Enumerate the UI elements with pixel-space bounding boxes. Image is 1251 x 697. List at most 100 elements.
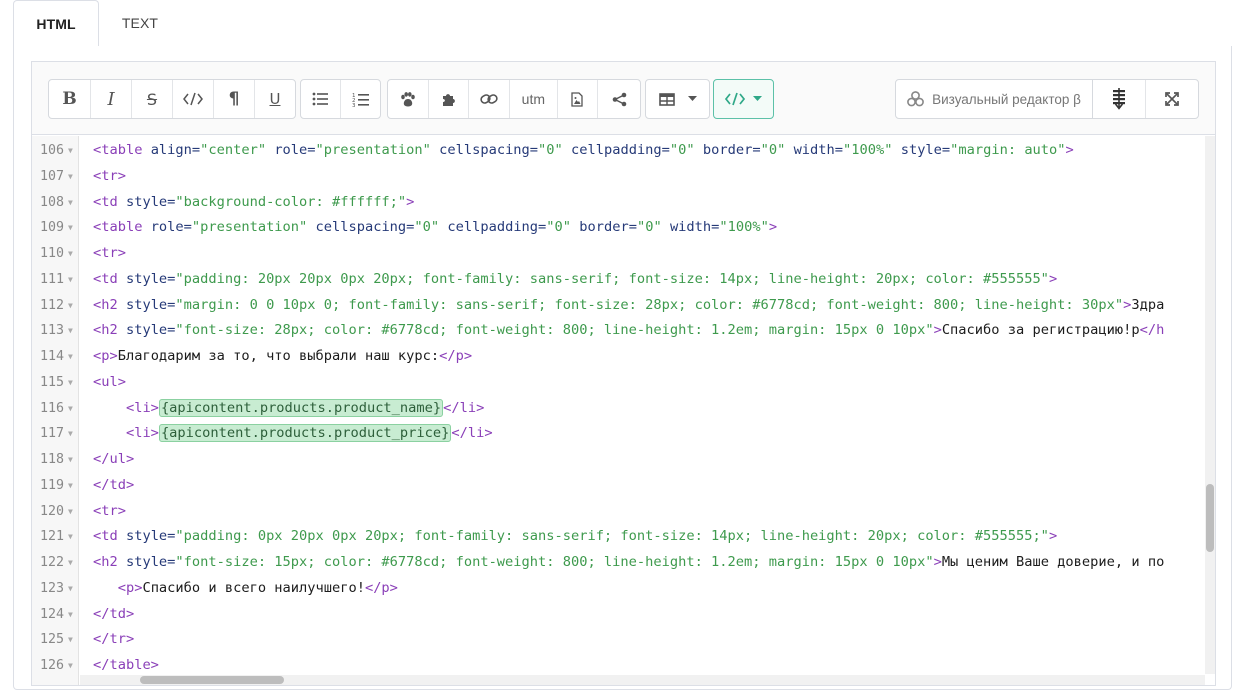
code-text: <p>Благодарим за то, что выбрали наш кур…	[93, 344, 472, 370]
line-number: 107	[39, 168, 64, 184]
fold-arrow-icon[interactable]: ▼	[68, 499, 73, 525]
fold-arrow-icon[interactable]: ▼	[68, 293, 73, 319]
code-token: style=	[117, 554, 176, 570]
code-line: 110 ▼ <tr>	[32, 241, 1205, 267]
vertical-scroll-thumb[interactable]	[1206, 484, 1214, 552]
code-line: 116 ▼ <li> {apicontent.products.product_na…	[32, 396, 1205, 422]
horizontal-scrollbar[interactable]	[80, 675, 1205, 685]
code-token: border=	[694, 142, 761, 158]
horizontal-scroll-thumb[interactable]	[140, 676, 284, 684]
underline-button[interactable]: U	[255, 80, 295, 118]
code-token: "margin: auto"	[950, 142, 1066, 158]
template-variable: {apicontent.products.product_price}	[158, 424, 452, 443]
fold-arrow-icon[interactable]: ▼	[68, 473, 73, 499]
code-view-toggle[interactable]	[713, 79, 774, 119]
code-token: "padding: 0px 20px 0px 20px; font-family…	[175, 528, 1049, 545]
numbered-list-icon: 1 2 3	[352, 93, 369, 107]
view-controls-group	[1092, 79, 1199, 119]
fold-arrow-icon[interactable]: ▼	[68, 138, 73, 164]
editor-toolbar: B I S ¶ U 1 2 3 utm Визуальный редактор …	[32, 62, 1215, 135]
puzzle-button[interactable]	[429, 80, 470, 118]
fold-arrow-icon[interactable]: ▼	[68, 421, 73, 447]
code-text: </ul>	[93, 447, 134, 473]
fold-arrow-icon[interactable]: ▼	[68, 524, 73, 550]
underline-icon: U	[269, 90, 281, 108]
utm-label: utm	[521, 91, 545, 107]
link-button[interactable]	[469, 80, 511, 118]
fold-arrow-icon[interactable]: ▼	[68, 370, 73, 396]
line-number: 108	[39, 194, 64, 210]
code-token: "0"	[414, 219, 440, 236]
code-text: <td style="padding: 20px 20px 0px 20px; …	[93, 267, 1057, 293]
fold-arrow-icon[interactable]: ▼	[68, 396, 73, 422]
visual-editor-button[interactable]: Визуальный редактор β	[895, 79, 1093, 119]
code-inline-button[interactable]	[173, 80, 214, 118]
table-button[interactable]	[646, 80, 709, 118]
code-token: <td	[93, 193, 118, 210]
utm-button[interactable]: utm	[510, 80, 558, 118]
fold-arrow-icon[interactable]: ▼	[68, 190, 73, 216]
tab-text[interactable]: TEXT	[109, 0, 171, 48]
strikethrough-button[interactable]: S	[132, 80, 173, 118]
fold-arrow-icon[interactable]: ▼	[68, 267, 73, 293]
table-dropdown[interactable]	[645, 79, 710, 119]
code-token: <tr>	[93, 502, 126, 519]
fold-arrow-icon[interactable]: ▼	[68, 447, 73, 473]
code-area[interactable]: 106 ▼ <table align="center" role="presenta…	[32, 136, 1215, 685]
fold-arrow-icon[interactable]: ▼	[68, 550, 73, 576]
tab-html[interactable]: HTML	[13, 0, 99, 48]
fold-arrow-icon[interactable]: ▼	[68, 215, 73, 241]
vertical-scrollbar[interactable]	[1205, 136, 1215, 674]
fold-arrow-icon[interactable]: ▼	[68, 602, 73, 628]
fold-arrow-icon[interactable]: ▼	[68, 164, 73, 190]
bullet-list-button[interactable]	[301, 80, 341, 118]
paragraph-button[interactable]: ¶	[214, 80, 255, 118]
fold-arrow-icon[interactable]: ▼	[68, 344, 73, 370]
code-token: "font-size: 28px; color: #6778cd; font-w…	[175, 322, 934, 339]
code-token: >	[1065, 142, 1074, 158]
code-token: >	[1048, 270, 1058, 287]
code-icon	[725, 92, 745, 106]
image-button[interactable]	[558, 80, 599, 118]
code-token: "font-size: 15px; color: #6778cd; font-w…	[175, 554, 934, 570]
code-token: style=	[117, 193, 176, 210]
code-token: Спасибо и всего наилучшего!	[142, 579, 365, 596]
code-text: <td style="background-color: #ffffff;">	[93, 190, 414, 216]
line-number: 116	[39, 400, 64, 416]
fold-arrow-icon[interactable]: ▼	[68, 576, 73, 602]
fold-arrow-icon[interactable]: ▼	[68, 318, 73, 344]
code-editor: B I S ¶ U 1 2 3 utm Визуальный редактор …	[31, 61, 1216, 686]
list-group: 1 2 3	[300, 79, 381, 119]
share-button[interactable]	[598, 80, 640, 118]
italic-button[interactable]: I	[91, 80, 132, 118]
numbered-list-button[interactable]: 1 2 3	[341, 80, 381, 118]
code-line: 118 ▼ </ul>	[32, 447, 1205, 473]
line-number: 122	[39, 555, 64, 570]
svg-text:3: 3	[352, 103, 356, 107]
auto-format-button[interactable]	[1093, 80, 1146, 118]
code-token: style=	[892, 142, 951, 158]
table-icon	[658, 92, 675, 106]
bullet-list-icon	[312, 92, 329, 106]
line-number: 106	[39, 143, 64, 158]
code-text: </tr>	[93, 627, 134, 653]
code-line: 124 ▼ </td>	[32, 602, 1205, 628]
code-token: <h2	[93, 322, 118, 339]
fullscreen-button[interactable]	[1146, 80, 1199, 118]
code-token: Мы ценим Ваше доверие, и по	[941, 554, 1165, 570]
image-file-icon	[571, 91, 584, 107]
fold-arrow-icon[interactable]: ▼	[68, 653, 73, 679]
paw-button[interactable]	[388, 80, 429, 118]
italic-icon: I	[107, 88, 115, 110]
fold-arrow-icon[interactable]: ▼	[68, 241, 73, 267]
code-token: >	[933, 554, 942, 570]
bold-button[interactable]: B	[49, 80, 91, 118]
code-line: 125 ▼ </tr>	[32, 627, 1205, 653]
code-token: </h	[1139, 322, 1165, 339]
line-number: 109	[39, 220, 64, 236]
chevron-down-icon	[687, 96, 697, 101]
code-token: "0"	[760, 142, 786, 158]
code-token: <td	[93, 270, 118, 287]
fold-arrow-icon[interactable]: ▼	[68, 627, 73, 653]
code-token: </li>	[443, 399, 485, 416]
